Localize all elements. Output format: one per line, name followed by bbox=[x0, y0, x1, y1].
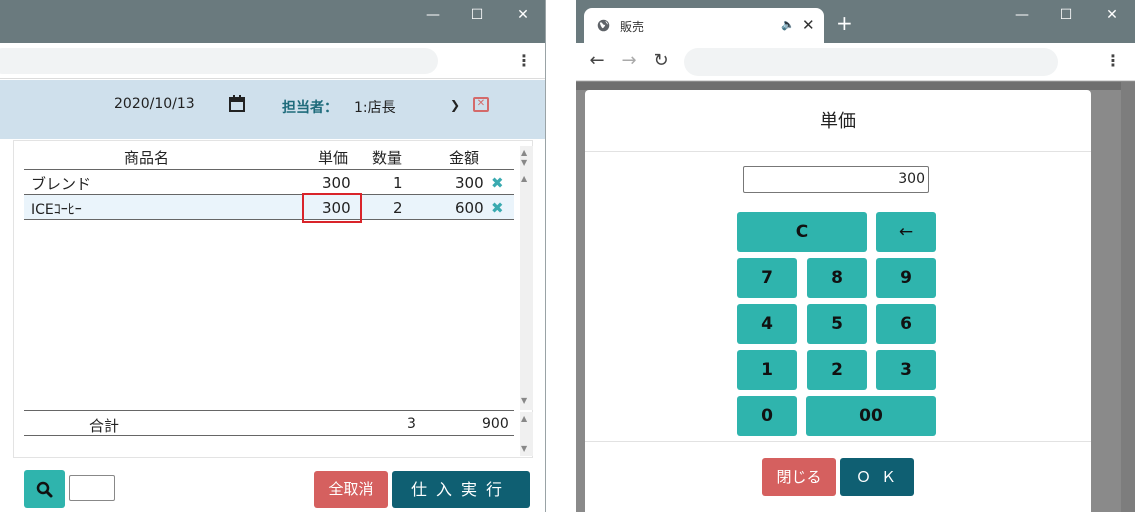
table-row-selected[interactable] bbox=[24, 195, 514, 219]
new-tab-icon[interactable]: + bbox=[836, 13, 853, 33]
key-backspace[interactable]: ← bbox=[876, 212, 936, 252]
close-tab-icon[interactable]: ✕ bbox=[802, 16, 815, 34]
row1-amount: 300 bbox=[455, 174, 484, 192]
dialog-title: 単価 bbox=[820, 111, 856, 132]
cancel-all-button[interactable]: 全取消 bbox=[314, 471, 388, 508]
menu-kebab-icon[interactable]: ⋮ bbox=[1103, 51, 1123, 71]
globe-icon bbox=[597, 19, 610, 32]
search-icon bbox=[36, 481, 53, 498]
price-dialog: 単価 300 C ← 7 8 9 4 5 6 1 2 3 0 00 閉じる ＯＫ bbox=[585, 90, 1091, 512]
clear-staff-icon[interactable]: ✕ bbox=[473, 97, 489, 112]
back-arrow-icon[interactable]: ← bbox=[586, 50, 608, 72]
scroll-down-icon[interactable]: ▼ bbox=[521, 444, 527, 453]
key-1[interactable]: 1 bbox=[737, 350, 797, 390]
key-clear[interactable]: C bbox=[737, 212, 867, 252]
address-bar[interactable] bbox=[0, 48, 438, 74]
col-header-amount: 金額 bbox=[449, 149, 480, 167]
staff-label: 担当者： bbox=[282, 100, 338, 116]
key-3[interactable]: 3 bbox=[876, 350, 936, 390]
minimize-button[interactable]: — bbox=[410, 0, 456, 30]
scroll-down-icon[interactable]: ▼ bbox=[521, 396, 527, 405]
col-header-name: 商品名 bbox=[124, 149, 170, 167]
date-field[interactable]: 2020/10/13 bbox=[114, 96, 195, 112]
execute-purchase-button[interactable]: 仕入実行 bbox=[392, 471, 530, 508]
price-cell-highlight bbox=[302, 193, 362, 223]
close-window-button[interactable]: ✕ bbox=[1089, 0, 1135, 30]
key-6[interactable]: 6 bbox=[876, 304, 936, 344]
col-header-price: 単価 bbox=[318, 149, 349, 167]
ok-button[interactable]: ＯＫ bbox=[840, 458, 914, 496]
chevron-down-icon[interactable]: ❯ bbox=[450, 98, 460, 112]
page-background bbox=[576, 82, 1135, 90]
row2-qty[interactable]: 2 bbox=[393, 199, 403, 217]
browser-tab[interactable]: 販売 🔈 ✕ bbox=[584, 8, 824, 43]
scroll-down-icon[interactable]: ▼ bbox=[521, 158, 527, 167]
key-2[interactable]: 2 bbox=[807, 350, 867, 390]
minimize-button[interactable]: — bbox=[999, 0, 1045, 30]
row1-price[interactable]: 300 bbox=[322, 174, 351, 192]
delete-row-icon[interactable]: ✖ bbox=[491, 199, 504, 217]
address-bar[interactable] bbox=[684, 48, 1058, 76]
divider bbox=[585, 441, 1091, 442]
scroll-up-icon[interactable]: ▲ bbox=[521, 148, 527, 157]
delete-row-icon[interactable]: ✖ bbox=[491, 174, 504, 192]
key-8[interactable]: 8 bbox=[807, 258, 867, 298]
right-window: 販売 🔈 ✕ + — ☐ ✕ ← → ↻ ⋮ 単価 300 C ← 7 8 9 … bbox=[576, 0, 1135, 512]
left-window: — ☐ ✕ ⋮ 2020/10/13 担当者： 1:店長 ❯ ✕ 商品名 単価 … bbox=[0, 0, 546, 512]
row2-name: ICEｺｰﾋｰ bbox=[31, 202, 82, 218]
price-input[interactable]: 300 bbox=[743, 166, 929, 193]
maximize-button[interactable]: ☐ bbox=[1043, 0, 1089, 30]
menu-kebab-icon[interactable]: ⋮ bbox=[514, 51, 534, 71]
row1-name: ブレンド bbox=[31, 175, 92, 193]
total-label: 合計 bbox=[89, 417, 120, 435]
reload-icon[interactable]: ↻ bbox=[650, 50, 672, 72]
total-amount: 900 bbox=[482, 416, 509, 432]
browser-toolbar: ⋮ bbox=[0, 43, 545, 79]
calendar-icon[interactable] bbox=[229, 95, 245, 112]
divider bbox=[24, 169, 514, 170]
key-00[interactable]: 00 bbox=[806, 396, 936, 436]
divider bbox=[585, 151, 1091, 152]
forward-arrow-icon[interactable]: → bbox=[618, 50, 640, 72]
key-5[interactable]: 5 bbox=[807, 304, 867, 344]
page-header bbox=[0, 80, 545, 139]
divider bbox=[24, 219, 514, 220]
key-9[interactable]: 9 bbox=[876, 258, 936, 298]
row2-amount: 600 bbox=[455, 199, 484, 217]
divider bbox=[24, 410, 514, 411]
search-button[interactable] bbox=[24, 470, 65, 508]
speaker-icon[interactable]: 🔈 bbox=[781, 18, 795, 31]
scroll-up-icon[interactable]: ▲ bbox=[521, 414, 527, 423]
col-header-qty: 数量 bbox=[372, 149, 403, 167]
page-scrollbar[interactable] bbox=[1121, 82, 1135, 512]
close-window-button[interactable]: ✕ bbox=[500, 0, 545, 30]
staff-select[interactable]: 1:店長 bbox=[354, 97, 396, 117]
row1-qty[interactable]: 1 bbox=[393, 174, 403, 192]
divider bbox=[24, 435, 514, 436]
key-7[interactable]: 7 bbox=[737, 258, 797, 298]
close-dialog-button[interactable]: 閉じる bbox=[762, 458, 836, 496]
code-input[interactable] bbox=[69, 475, 115, 501]
maximize-button[interactable]: ☐ bbox=[454, 0, 500, 30]
tab-title: 販売 bbox=[620, 20, 645, 34]
key-4[interactable]: 4 bbox=[737, 304, 797, 344]
scroll-up-icon[interactable]: ▲ bbox=[521, 174, 527, 183]
key-0[interactable]: 0 bbox=[737, 396, 797, 436]
total-qty: 3 bbox=[407, 416, 416, 432]
table-scrollbar[interactable] bbox=[520, 146, 533, 410]
